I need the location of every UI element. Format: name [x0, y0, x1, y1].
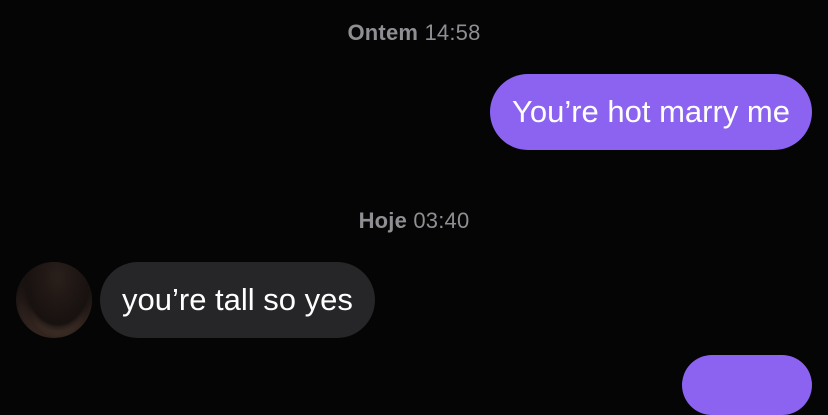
message-text: You’re hot marry me — [512, 94, 790, 129]
avatar-photo — [16, 262, 92, 338]
timestamp-time: 14:58 — [424, 20, 481, 45]
message-text: you’re tall so yes — [122, 282, 353, 317]
timestamp-separator-yesterday: Ontem 14:58 — [0, 20, 828, 46]
timestamp-day: Ontem — [347, 20, 419, 45]
timestamp-time: 03:40 — [413, 208, 470, 233]
outgoing-message-bubble[interactable]: You’re hot marry me — [490, 74, 812, 150]
timestamp-separator-today: Hoje 03:40 — [0, 208, 828, 234]
outgoing-message-bubble-partial[interactable] — [682, 355, 812, 415]
timestamp-day: Hoje — [358, 208, 408, 233]
sender-avatar[interactable] — [16, 262, 92, 338]
incoming-message-bubble[interactable]: you’re tall so yes — [100, 262, 375, 338]
